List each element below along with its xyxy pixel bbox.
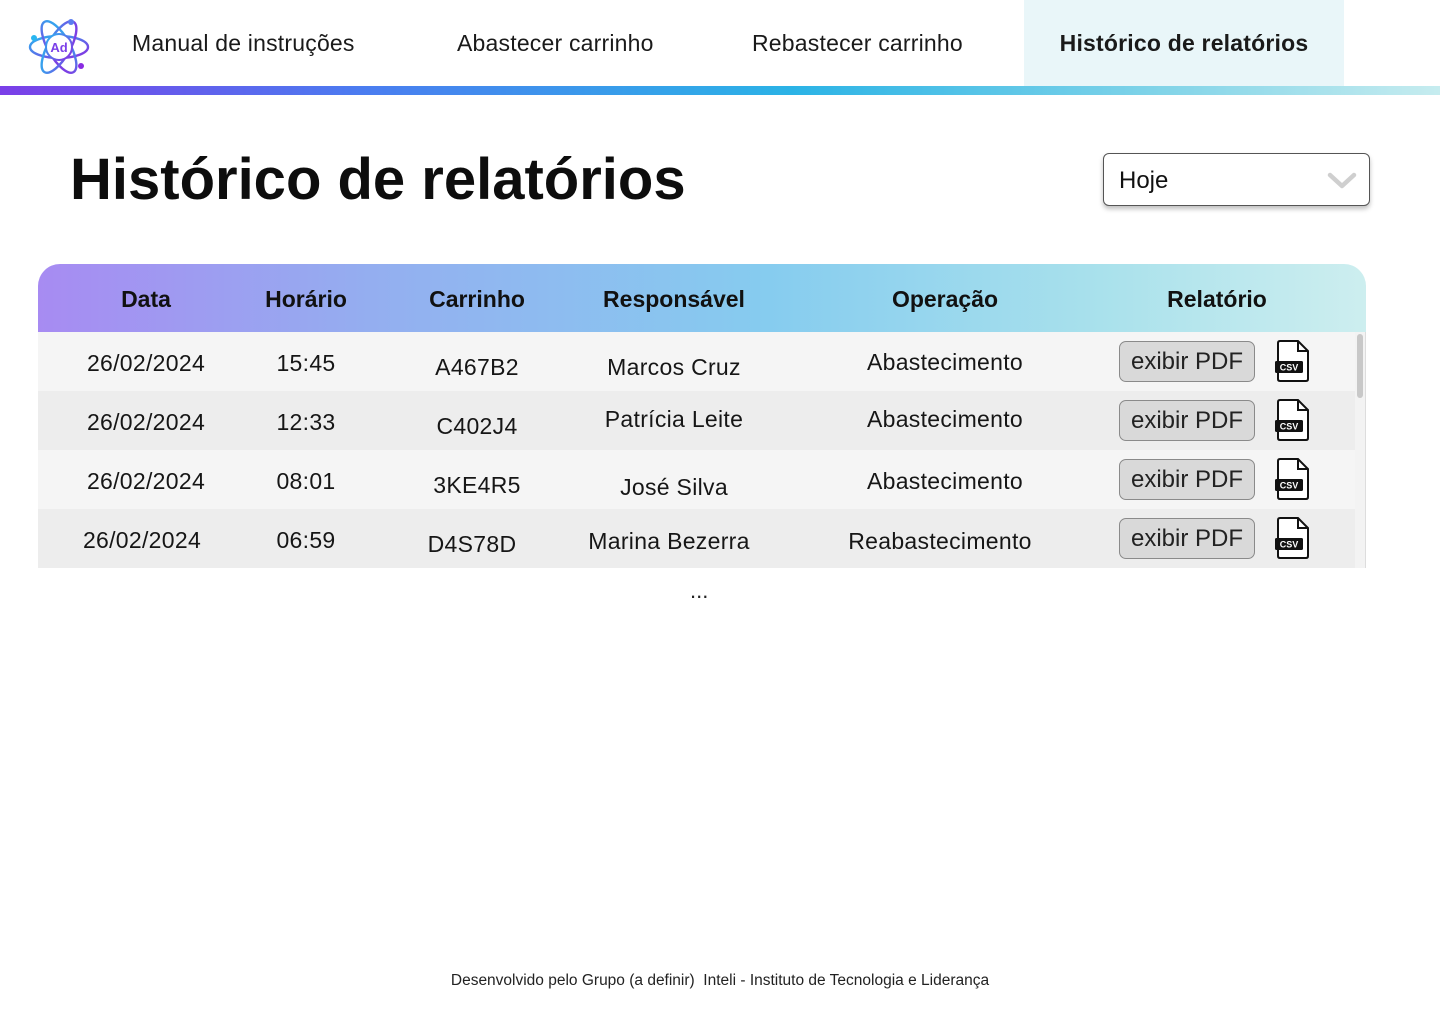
- nav-item-abastecer[interactable]: Abastecer carrinho: [457, 0, 654, 86]
- cell-horario: 15:45: [276, 350, 336, 376]
- svg-text:CSV: CSV: [1280, 540, 1299, 550]
- cell-carrinho: 3KE4R5: [433, 472, 521, 498]
- view-pdf-button[interactable]: exibir PDF: [1119, 518, 1255, 559]
- table-row: 26/02/2024 06:59 D4S78D Marina Bezerra R…: [38, 509, 1356, 568]
- atom-logo-icon[interactable]: Ad: [26, 14, 92, 80]
- cell-horario: 12:33: [276, 409, 336, 435]
- cell-operacao: Reabastecimento: [848, 528, 1032, 554]
- table-row: 26/02/2024 12:33 C402J4 Patrícia Leite A…: [38, 391, 1356, 450]
- column-header-operacao: Operação: [891, 286, 999, 312]
- nav-item-rebastecer[interactable]: Rebastecer carrinho: [752, 0, 963, 86]
- view-pdf-button[interactable]: exibir PDF: [1119, 400, 1255, 441]
- more-rows-indicator: ...: [690, 578, 709, 603]
- column-header-carrinho: Carrinho: [429, 286, 525, 312]
- csv-file-icon[interactable]: CSV: [1274, 458, 1310, 500]
- cell-responsavel: Patrícia Leite: [604, 406, 744, 432]
- nav-item-historico[interactable]: Histórico de relatórios: [1024, 0, 1344, 86]
- footer-credits: Desenvolvido pelo Grupo (a definir) Inte…: [450, 972, 990, 989]
- column-header-responsavel: Responsável: [603, 286, 745, 312]
- table-row: 26/02/2024 08:01 3KE4R5 José Silva Abast…: [38, 450, 1356, 509]
- column-header-horario: Horário: [265, 286, 347, 312]
- cell-operacao: Abastecimento: [866, 406, 1024, 432]
- logo-text: Ad: [50, 40, 67, 55]
- column-header-data: Data: [121, 286, 171, 312]
- csv-file-icon[interactable]: CSV: [1274, 399, 1310, 441]
- period-select-value: Hoje: [1119, 167, 1169, 194]
- scrollbar-thumb[interactable]: [1357, 334, 1363, 398]
- cell-data: 26/02/2024: [82, 527, 202, 553]
- page-title: Histórico de relatórios: [70, 147, 686, 212]
- cell-responsavel: Marcos Cruz: [607, 354, 741, 380]
- table-body[interactable]: 26/02/2024 15:45 A467B2 Marcos Cruz Abas…: [38, 332, 1366, 568]
- cell-data: 26/02/2024: [86, 468, 206, 494]
- svg-text:CSV: CSV: [1280, 481, 1299, 491]
- csv-file-icon[interactable]: CSV: [1274, 340, 1310, 382]
- table-scrollbar[interactable]: [1355, 332, 1365, 568]
- cell-carrinho: C402J4: [436, 413, 518, 439]
- nav-gradient-divider: [0, 86, 1440, 95]
- top-navigation: Ad Manual de instruções Abastecer carrin…: [0, 0, 1440, 86]
- csv-file-icon[interactable]: CSV: [1274, 517, 1310, 559]
- cell-horario: 06:59: [276, 527, 336, 553]
- cell-carrinho: D4S78D: [427, 531, 517, 557]
- svg-text:CSV: CSV: [1280, 363, 1299, 373]
- column-header-relatorio: Relatório: [1167, 286, 1267, 312]
- cell-data: 26/02/2024: [86, 350, 206, 376]
- cell-responsavel: Marina Bezerra: [588, 528, 750, 554]
- view-pdf-button[interactable]: exibir PDF: [1119, 459, 1255, 500]
- view-pdf-button[interactable]: exibir PDF: [1119, 341, 1255, 382]
- chevron-down-icon: [1327, 172, 1357, 189]
- cell-carrinho: A467B2: [435, 354, 519, 380]
- period-select[interactable]: Hoje: [1103, 153, 1370, 206]
- svg-text:CSV: CSV: [1280, 422, 1299, 432]
- table-header: Data Horário Carrinho Responsável Operaç…: [38, 264, 1366, 332]
- cell-responsavel: José Silva: [620, 474, 728, 500]
- reports-table: Data Horário Carrinho Responsável Operaç…: [38, 264, 1366, 568]
- cell-operacao: Abastecimento: [866, 349, 1024, 375]
- nav-item-manual[interactable]: Manual de instruções: [132, 0, 355, 86]
- table-row: 26/02/2024 15:45 A467B2 Marcos Cruz Abas…: [38, 332, 1356, 391]
- cell-operacao: Abastecimento: [866, 468, 1024, 494]
- cell-horario: 08:01: [276, 468, 336, 494]
- cell-data: 26/02/2024: [86, 409, 206, 435]
